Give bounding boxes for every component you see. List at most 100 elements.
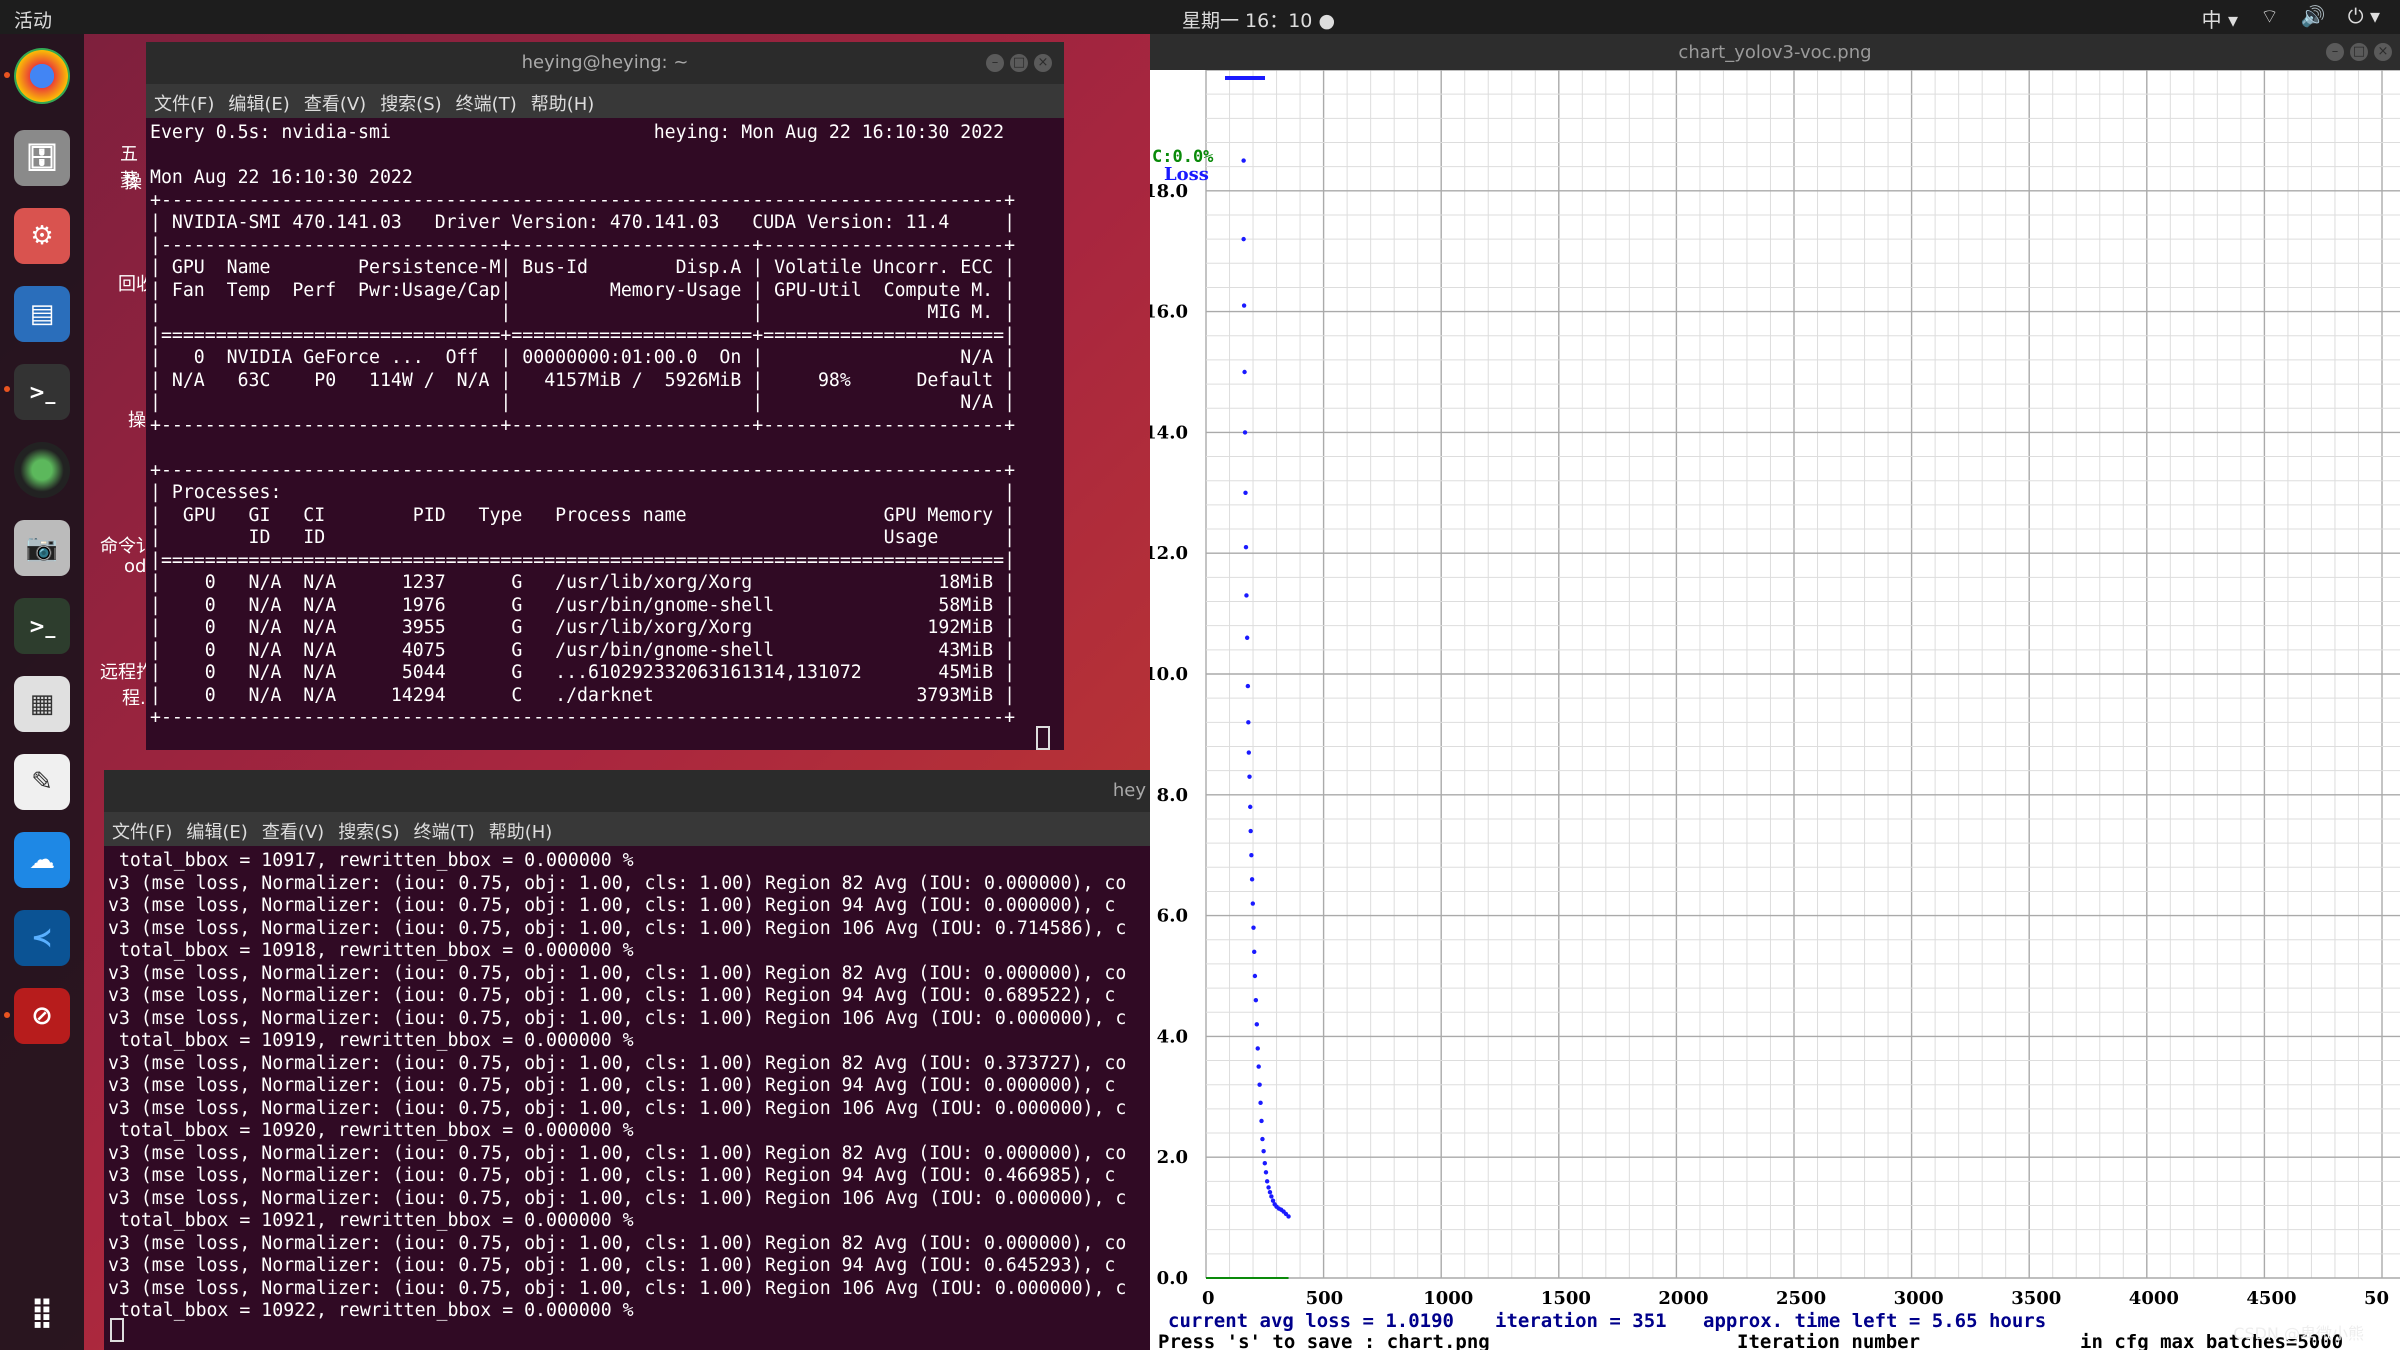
- files-icon[interactable]: 🗄: [14, 130, 70, 186]
- loss-point: [1263, 1170, 1269, 1175]
- terminal-line: +-------------------------------+-------…: [150, 414, 1016, 436]
- terminal-line: Every 0.5s: nvidia-smi heying: Mon Aug 2…: [150, 122, 1005, 143]
- terminal2-icon[interactable]: >_: [14, 598, 70, 654]
- chrome-icon[interactable]: [14, 48, 70, 104]
- terminal-titlebar[interactable]: heying@heying: ~ – □ ×: [146, 42, 1064, 84]
- terminal-window-darknet[interactable]: hey 文件(F) 编辑(E) 查看(V) 搜索(S) 终端(T) 帮助(H) total…: [104, 770, 1150, 1350]
- vscode-icon[interactable]: ≺: [14, 910, 70, 966]
- terminal-line: v3 (mse loss, Normalizer: (iou: 0.75, ob…: [108, 1007, 1127, 1029]
- desktop-label[interactable]: 操: [124, 168, 142, 194]
- terminal-line: Mon Aug 22 16:10:30 2022: [150, 167, 413, 188]
- desktop-label[interactable]: od: [124, 556, 146, 577]
- terminal-line: v3 (mse loss, Normalizer: (iou: 0.75, ob…: [108, 1255, 1116, 1276]
- menu-terminal[interactable]: 终端(T): [456, 90, 517, 116]
- terminal-line: v3 (mse loss, Normalizer: (iou: 0.75, ob…: [108, 962, 1127, 984]
- blocked-icon[interactable]: ⊘: [14, 988, 70, 1044]
- menu-search[interactable]: 搜索(S): [338, 818, 399, 844]
- loss-point: [1252, 973, 1258, 979]
- loss-point: [1267, 1190, 1273, 1195]
- menu-file[interactable]: 文件(F): [154, 90, 214, 116]
- loss-point: [1241, 303, 1247, 308]
- network-icon[interactable]: ⌔: [2260, 4, 2279, 33]
- menu-edit[interactable]: 编辑(E): [186, 818, 247, 844]
- desktop-icons: 五菱 操 回收 操 命令讠 od 远程拃 程.l: [84, 34, 154, 734]
- status-iteration: iteration = 351: [1495, 1310, 1667, 1332]
- menu-view[interactable]: 查看(V): [304, 90, 366, 116]
- chart-ticks: 0 500 1000 1500 2000 2500 3000 3500 4000 4500 50 0.…: [1150, 181, 2389, 1309]
- terminal-line: v3 (mse loss, Normalizer: (iou: 0.75, ob…: [108, 895, 1116, 916]
- x-tick-label: 1000: [1423, 1288, 1473, 1309]
- terminal-line: total_bbox = 10919, rewritten_bbox = 0.0…: [108, 1030, 634, 1051]
- loss-point: [1246, 720, 1251, 725]
- y-tick-label: 4.0: [1157, 1026, 1188, 1047]
- terminal-line: | ID ID Usage |: [150, 527, 1016, 548]
- terminal-output[interactable]: Every 0.5s: nvidia-smi heying: Mon Aug 2…: [150, 122, 1015, 730]
- close-button[interactable]: ×: [1034, 54, 1052, 72]
- system-tray[interactable]: 中 ▾ ⌔ 🔊 ⏻ ▾: [2202, 4, 2380, 33]
- terminal-window-nvidia-smi[interactable]: heying@heying: ~ – □ × 文件(F) 编辑(E) 查看(V) 搜索…: [146, 42, 1064, 750]
- terminal-line: v3 (mse loss, Normalizer: (iou: 0.75, ob…: [108, 1142, 1127, 1164]
- maximize-button[interactable]: □: [1010, 54, 1028, 72]
- terminal-icon[interactable]: >_: [14, 364, 70, 420]
- loss-point: [1243, 490, 1248, 495]
- menu-edit[interactable]: 编辑(E): [228, 90, 289, 116]
- terminal-line: +---------------------------------------…: [150, 459, 1016, 481]
- x-tick-label: 50: [2364, 1288, 2389, 1309]
- menu-file[interactable]: 文件(F): [112, 818, 172, 844]
- menu-help[interactable]: 帮助(H): [489, 818, 553, 844]
- power-icon[interactable]: ⏻ ▾: [2348, 4, 2380, 33]
- remote-icon[interactable]: ☁: [14, 832, 70, 888]
- dock: 🗄 ⚙ ▤ >_ 📷 >_ ▦ ✎ ☁ ≺ ⊘ ⣿: [0, 34, 84, 1350]
- terminal-line: v3 (mse loss, Normalizer: (iou: 0.75, ob…: [108, 1165, 1116, 1186]
- loss-point: [1253, 997, 1259, 1003]
- calculator-icon[interactable]: ▦: [14, 676, 70, 732]
- input-method-indicator[interactable]: 中 ▾: [2202, 4, 2238, 33]
- loss-point: [1256, 1064, 1261, 1069]
- image-viewer-window[interactable]: chart_yolov3-voc.png – □ × 0 500 1000 1500 2…: [1150, 34, 2400, 1350]
- maximize-button[interactable]: □: [2350, 43, 2368, 61]
- loss-point: [1244, 635, 1250, 640]
- loss-point: [1241, 158, 1246, 163]
- loss-point: [1246, 750, 1252, 755]
- loss-point: [1243, 544, 1249, 550]
- viewer-titlebar[interactable]: chart_yolov3-voc.png – □ ×: [1150, 34, 2400, 70]
- activities-button[interactable]: 活动: [14, 6, 52, 33]
- close-button[interactable]: ×: [2374, 43, 2392, 61]
- x-tick-label: 3000: [1894, 1288, 1944, 1309]
- menu-view[interactable]: 查看(V): [262, 818, 324, 844]
- loss-point: [1249, 877, 1255, 882]
- loss-point: [1264, 1179, 1270, 1184]
- terminal-line: v3 (mse loss, Normalizer: (iou: 0.75, ob…: [108, 1097, 1127, 1119]
- menu-terminal[interactable]: 终端(T): [414, 818, 475, 844]
- apps-grid-icon[interactable]: ⣿: [14, 1284, 70, 1340]
- loss-point: [1251, 925, 1256, 930]
- clock[interactable]: 星期一 16：10 ●: [1182, 6, 1335, 33]
- menu-help[interactable]: 帮助(H): [531, 90, 595, 116]
- loss-point: [1248, 804, 1253, 810]
- top-panel: 活动 星期一 16：10 ● 中 ▾ ⌔ 🔊 ⏻ ▾: [0, 0, 2400, 34]
- terminal-titlebar[interactable]: hey: [104, 770, 1150, 812]
- volume-icon[interactable]: 🔊: [2301, 4, 2326, 33]
- terminal-line: | Fan Temp Perf Pwr:Usage/Cap| Memory-Us…: [150, 279, 1016, 301]
- writer-icon[interactable]: ▤: [14, 286, 70, 342]
- terminal-line: | Processes: |: [150, 482, 1016, 503]
- settings-icon[interactable]: ⚙: [14, 208, 70, 264]
- camera-icon[interactable]: 📷: [14, 520, 70, 576]
- webcam-icon[interactable]: [14, 442, 70, 498]
- menu-search[interactable]: 搜索(S): [380, 90, 441, 116]
- desktop-label[interactable]: 操: [128, 406, 146, 432]
- terminal-line: v3 (mse loss, Normalizer: (iou: 0.75, ob…: [108, 1075, 1116, 1096]
- loss-point: [1241, 236, 1246, 242]
- terminal-line: | | | N/A |: [150, 392, 1016, 413]
- chart-top-marker: [1225, 76, 1265, 80]
- y-tick-label: 16.0: [1150, 302, 1188, 323]
- terminal-output[interactable]: total_bbox = 10917, rewritten_bbox = 0.0…: [108, 850, 1126, 1323]
- minimize-button[interactable]: –: [2326, 43, 2344, 61]
- x-tick-label: 500: [1306, 1288, 1344, 1309]
- terminal-line: | 0 N/A N/A 14294 C ./darknet 3793MiB |: [150, 684, 1016, 706]
- terminal-line: | 0 N/A N/A 3955 G /usr/lib/xorg/Xorg 19…: [150, 617, 1016, 638]
- minimize-button[interactable]: –: [986, 54, 1004, 72]
- text-editor-icon[interactable]: ✎: [14, 754, 70, 810]
- terminal-line: total_bbox = 10918, rewritten_bbox = 0.0…: [108, 940, 634, 961]
- terminal-line: total_bbox = 10917, rewritten_bbox = 0.0…: [108, 850, 634, 871]
